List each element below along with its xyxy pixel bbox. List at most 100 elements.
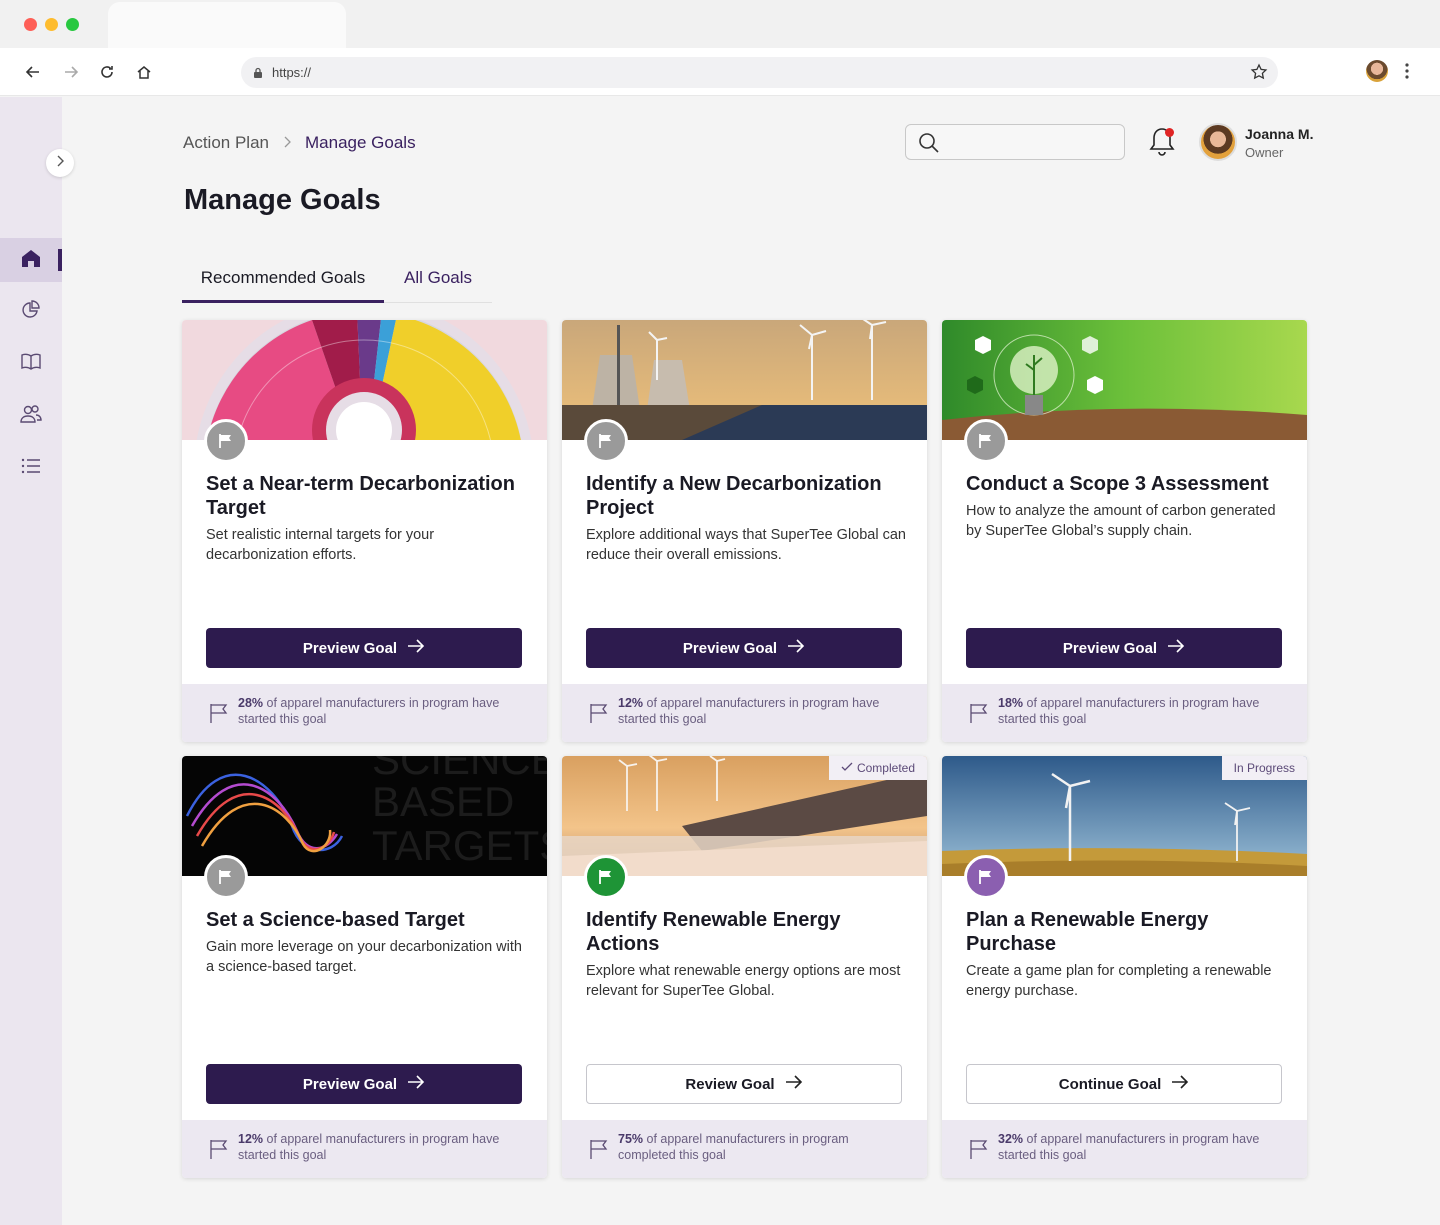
- sidebar-item-home[interactable]: [0, 238, 62, 282]
- goal-title: Identify Renewable Energy Actions: [586, 909, 841, 955]
- breadcrumb: Action Plan Manage Goals: [183, 133, 416, 153]
- goal-flag-icon: [584, 855, 628, 899]
- book-icon: [20, 352, 42, 377]
- chevron-right-icon: [56, 154, 64, 172]
- window-controls: [24, 18, 79, 31]
- goal-description: Create a game plan for completing a rene…: [966, 963, 1272, 999]
- goal-stat-text: 18% of apparel manufacturers in program …: [998, 695, 1288, 727]
- arrow-right-icon: [785, 1075, 803, 1093]
- maximize-window-button[interactable]: [66, 18, 79, 31]
- lock-icon: [253, 66, 263, 84]
- goal-description: How to analyze the amount of carbon gene…: [966, 503, 1276, 539]
- goal-title: Set a Science-based Target: [206, 909, 465, 931]
- close-window-button[interactable]: [24, 18, 37, 31]
- breadcrumb-action-plan[interactable]: Action Plan: [183, 133, 269, 153]
- user-role: Owner: [1245, 145, 1284, 160]
- address-bar[interactable]: https://: [241, 57, 1278, 88]
- goal-title: Identify a New Decarbonization Project: [586, 473, 882, 519]
- button-label: Preview Goal: [302, 1075, 398, 1093]
- continue-goal-button[interactable]: Continue Goal: [966, 1064, 1282, 1104]
- goal-stat-text: 12% of apparel manufacturers in program …: [618, 695, 908, 727]
- button-label: Preview Goal: [1062, 639, 1158, 657]
- browser-toolbar: https://: [0, 48, 1440, 96]
- goal-stat-label: of apparel manufacturers in program have…: [238, 1132, 500, 1162]
- flag-outline-icon: [588, 702, 610, 729]
- goal-stat-percent: 32%: [998, 1132, 1024, 1146]
- breadcrumb-manage-goals[interactable]: Manage Goals: [305, 133, 416, 153]
- goal-flag-icon: [204, 855, 248, 899]
- goal-card: Identify a New Decarbonization Project E…: [562, 320, 927, 742]
- goal-card: SCIENCE BASED TARGETS Set a Science-base…: [182, 756, 547, 1178]
- search-input[interactable]: [905, 124, 1125, 160]
- back-icon[interactable]: [21, 60, 45, 84]
- goal-stat-footer: 28% of apparel manufacturers in program …: [182, 684, 547, 742]
- sidebar-expand-button[interactable]: [46, 149, 74, 177]
- users-icon: [20, 404, 42, 429]
- preview-goal-button[interactable]: Preview Goal: [206, 628, 522, 668]
- sidebar-item-people[interactable]: [0, 394, 62, 438]
- goal-title: Set a Near-term Decarbonization Target: [206, 473, 515, 519]
- preview-goal-button[interactable]: Preview Goal: [966, 628, 1282, 668]
- status-badge: In Progress: [1221, 756, 1307, 780]
- review-goal-button[interactable]: Review Goal: [586, 1064, 902, 1104]
- notification-badge: [1165, 128, 1174, 137]
- sidebar: [0, 97, 62, 1225]
- bookmark-star-icon[interactable]: [1250, 63, 1268, 86]
- browser-profile-avatar[interactable]: [1366, 60, 1388, 82]
- image-text-line: BASED: [372, 778, 514, 825]
- avatar[interactable]: [1199, 123, 1237, 161]
- status-text: In Progress: [1233, 761, 1295, 775]
- home-icon[interactable]: [132, 60, 156, 84]
- goal-stat-label: of apparel manufacturers in program have…: [618, 696, 880, 726]
- goal-card: Conduct a Scope 3 Assessment How to anal…: [942, 320, 1307, 742]
- home-icon: [20, 247, 42, 274]
- button-label: Preview Goal: [682, 639, 778, 657]
- goal-stat-footer: 75% of apparel manufacturers in program …: [562, 1120, 927, 1178]
- goal-stat-label: of apparel manufacturers in program have…: [238, 696, 500, 726]
- browser-menu-icon[interactable]: [1404, 62, 1410, 85]
- active-tab-indicator: [182, 300, 384, 303]
- chevron-right-icon: [283, 133, 291, 153]
- goal-stat-label: of apparel manufacturers in program have…: [998, 696, 1260, 726]
- minimize-window-button[interactable]: [45, 18, 58, 31]
- search-icon: [918, 132, 940, 159]
- goal-flag-icon: [584, 419, 628, 463]
- flag-outline-icon: [968, 702, 990, 729]
- goal-description: Gain more leverage on your decarbonizati…: [206, 939, 522, 975]
- image-text-line: TARGETS: [372, 822, 547, 869]
- pie-chart-icon: [21, 299, 41, 325]
- sidebar-item-list[interactable]: [0, 446, 62, 490]
- goal-stat-footer: 32% of apparel manufacturers in program …: [942, 1120, 1307, 1178]
- forward-icon[interactable]: [59, 60, 83, 84]
- goal-card: Completed Identify Renewable Energy Acti…: [562, 756, 927, 1178]
- button-label: Review Goal: [685, 1075, 775, 1093]
- arrow-right-icon: [787, 639, 805, 657]
- tab-recommended-goals[interactable]: Recommended Goals: [182, 256, 384, 300]
- browser-tab[interactable]: [108, 2, 346, 48]
- flag-outline-icon: [208, 702, 230, 729]
- preview-goal-button[interactable]: Preview Goal: [206, 1064, 522, 1104]
- arrow-right-icon: [407, 639, 425, 657]
- sidebar-item-library[interactable]: [0, 342, 62, 386]
- arrow-right-icon: [1171, 1075, 1189, 1093]
- goal-stat-percent: 12%: [238, 1132, 264, 1146]
- goal-stat-percent: 12%: [618, 696, 644, 710]
- goal-stat-percent: 18%: [998, 696, 1024, 710]
- goal-stat-footer: 12% of apparel manufacturers in program …: [562, 684, 927, 742]
- button-label: Preview Goal: [302, 639, 398, 657]
- sidebar-item-analytics[interactable]: [0, 290, 62, 334]
- reload-icon[interactable]: [95, 60, 119, 84]
- user-name[interactable]: Joanna M.: [1245, 126, 1313, 142]
- tab-all-goals[interactable]: All Goals: [404, 256, 472, 300]
- goal-title: Plan a Renewable Energy Purchase: [966, 909, 1209, 955]
- goal-card: In Progress Plan a Renewable Energy Purc…: [942, 756, 1307, 1178]
- flag-outline-icon: [588, 1138, 610, 1165]
- goal-description: Explore additional ways that SuperTee Gl…: [586, 527, 906, 563]
- goal-stat-footer: 18% of apparel manufacturers in program …: [942, 684, 1307, 742]
- goal-stat-text: 12% of apparel manufacturers in program …: [238, 1131, 528, 1163]
- checkmark-icon: [841, 761, 853, 775]
- page-title: Manage Goals: [184, 184, 381, 216]
- preview-goal-button[interactable]: Preview Goal: [586, 628, 902, 668]
- list-icon: [21, 458, 41, 479]
- goal-stat-text: 28% of apparel manufacturers in program …: [238, 695, 528, 727]
